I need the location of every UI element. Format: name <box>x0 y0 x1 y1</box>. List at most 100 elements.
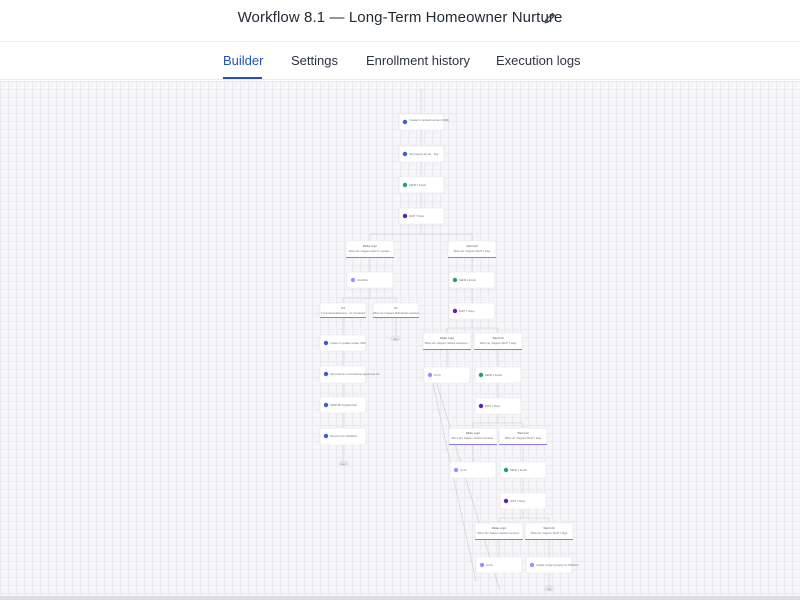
step-wait-c[interactable]: WAIT 7 Days <box>474 397 522 415</box>
branch-title: If/Else Logic <box>492 526 507 530</box>
step-wait-d[interactable]: WAIT 7 Days <box>499 492 547 510</box>
branch-sub: When do I happen WAIT 7 days <box>531 531 568 535</box>
branch-wait-until-2[interactable]: Wait Until When do I happen WAIT 7 days <box>473 332 523 351</box>
branch-wait-until-3[interactable]: Wait Until When do I happen WAIT 7 days <box>498 427 548 446</box>
goto-icon <box>427 372 433 378</box>
trigger-icon <box>402 119 408 125</box>
step-label: Add property to homeowner opportunity li… <box>330 372 380 376</box>
tab-builder[interactable]: Builder <box>223 53 263 68</box>
wait-icon <box>402 213 408 219</box>
goto-node-1[interactable]: Go To <box>423 366 471 384</box>
branch-title: If/Else Logic <box>363 244 378 248</box>
branch-sub: When do I happen inactive homeown... <box>425 341 470 345</box>
step-label: SEND 1 Email <box>459 278 476 282</box>
step-remove-workflow[interactable]: Remove from Workflow <box>319 427 367 446</box>
wait-icon <box>503 498 509 504</box>
step-update-winback[interactable]: Update contact property for Winback... <box>525 556 581 574</box>
step-label: WAIT 7 Days <box>409 214 425 218</box>
wait-icon <box>478 403 484 409</box>
workflow-title: Workflow 8.1 — Long-Term Homeowner Nurtu… <box>237 9 563 26</box>
tab-enrollment-history[interactable]: Enrollment history <box>366 53 470 68</box>
step-label: SEND 1 Email <box>510 468 527 472</box>
end-node: END <box>390 335 401 342</box>
step-wait-b[interactable]: WAIT 7 Days <box>448 302 496 320</box>
branch-title: If/Else Logic <box>466 431 481 435</box>
branch-wait-until-4[interactable]: Wait Until When do I happen WAIT 7 days <box>524 522 574 541</box>
branch-no[interactable]: No When do I happen ENG Email meetings <box>372 302 420 319</box>
wait-icon <box>452 308 458 314</box>
pencil-icon[interactable] <box>543 11 557 25</box>
branch-title: If/Else Logic <box>440 336 455 340</box>
action-icon <box>323 402 329 408</box>
action-icon <box>323 371 329 377</box>
step-label: Remove from Workflow <box>330 434 357 438</box>
step-label: Go To <box>460 468 467 472</box>
email-icon <box>402 182 408 188</box>
branch-yes[interactable]: Yes If yes/responded/meet... for Contact… <box>319 302 367 319</box>
action-icon <box>323 433 329 439</box>
action-icon <box>529 562 535 568</box>
email-icon <box>478 372 484 378</box>
trigger-label: Created or updated contact (CRM) <box>409 118 449 122</box>
step-label: Update contact property for Winback... <box>536 563 581 567</box>
step-label: WAIT 7 Days <box>485 404 501 408</box>
step-label: Set property for Ho... Pkg <box>409 152 439 156</box>
step-label: SEND 1 Email <box>409 183 426 187</box>
branch-ifelse-2[interactable]: If/Else Logic When do I happen inactive … <box>422 332 472 351</box>
action-icon <box>402 151 408 157</box>
goto-node-3[interactable]: Go To <box>475 556 523 574</box>
step-set-property[interactable]: Set property for Ho... Pkg <box>398 145 445 163</box>
step-label: SEND Bin Update Past <box>330 403 357 407</box>
condition-node[interactable]: Condition <box>346 271 394 289</box>
branch-sub: When do I happen WAIT 7 days <box>505 436 542 440</box>
step-send-bin-update[interactable]: SEND Bin Update Past <box>319 396 367 414</box>
workflow-diagram: Created or updated contact (CRM) Set pro… <box>319 89 581 592</box>
step-send-email[interactable]: SEND 1 Email <box>398 176 445 194</box>
branch-ifelse-1[interactable]: If/Else Logic When do I happen when Il I… <box>345 240 395 259</box>
branch-title: Wait Until <box>492 336 503 340</box>
goto-icon <box>479 562 485 568</box>
branch-title: Wait Until <box>466 244 477 248</box>
step-create-contact[interactable]: Create or Update contact CRM <box>319 334 367 352</box>
email-icon <box>503 467 509 473</box>
step-label: WAIT 7 Days <box>510 499 526 503</box>
canvas-scrollbar[interactable] <box>0 596 800 600</box>
active-tab-indicator <box>223 77 262 79</box>
step-send-email-b[interactable]: SEND 1 Email <box>448 271 496 289</box>
step-send-email-d[interactable]: SEND 1 Email <box>499 461 547 479</box>
email-icon <box>452 277 458 283</box>
step-label: Condition <box>357 278 369 282</box>
tab-bar: Builder Settings Enrollment history Exec… <box>0 42 800 80</box>
end-node: END <box>338 460 349 467</box>
condition-icon <box>350 277 356 283</box>
branch-sub: If yes/responded/meet... for Contacted <box>321 311 366 315</box>
branch-ifelse-4[interactable]: If/Else Logic When do I happen inactive … <box>474 522 524 541</box>
step-label: SEND 1 Email <box>485 373 502 377</box>
step-wait[interactable]: WAIT 7 Days <box>398 207 445 225</box>
branch-title: Yes <box>341 306 346 310</box>
end-node: END <box>544 585 555 592</box>
workflow-canvas[interactable]: Created or updated contact (CRM) Set pro… <box>0 81 800 596</box>
end-label: END <box>341 464 346 466</box>
end-label: END <box>393 339 398 341</box>
branch-wait-until-1[interactable]: Wait Until When do I happen WAIT 7 days <box>447 240 497 259</box>
branch-title: Wait Until <box>517 431 528 435</box>
goto-node-2[interactable]: Go To <box>449 461 497 479</box>
step-label: Create or Update contact CRM <box>330 341 366 345</box>
step-label: WAIT 7 Days <box>459 309 475 313</box>
tab-settings[interactable]: Settings <box>291 53 338 68</box>
branch-sub: When do I happen inactive homeow... <box>451 436 495 440</box>
tab-execution-logs[interactable]: Execution logs <box>496 53 581 68</box>
step-add-property[interactable]: Add property to homeowner opportunity li… <box>319 365 380 384</box>
action-icon <box>323 340 329 346</box>
trigger-node[interactable]: Created or updated contact (CRM) <box>398 113 449 131</box>
app-header: Workflow 8.1 — Long-Term Homeowner Nurtu… <box>0 0 800 42</box>
step-label: Go To <box>486 563 493 567</box>
branch-title: No <box>394 306 398 310</box>
branch-sub: When do I happen WAIT 7 days <box>454 249 491 253</box>
branch-sub: When do I happen when Il I contact... <box>349 249 392 253</box>
branch-ifelse-3[interactable]: If/Else Logic When do I happen inactive … <box>448 427 498 446</box>
step-label: Go To <box>434 373 441 377</box>
step-send-email-c[interactable]: SEND 1 Email <box>474 366 522 384</box>
branch-sub: When do I happen ENG Email meetings <box>373 311 420 315</box>
